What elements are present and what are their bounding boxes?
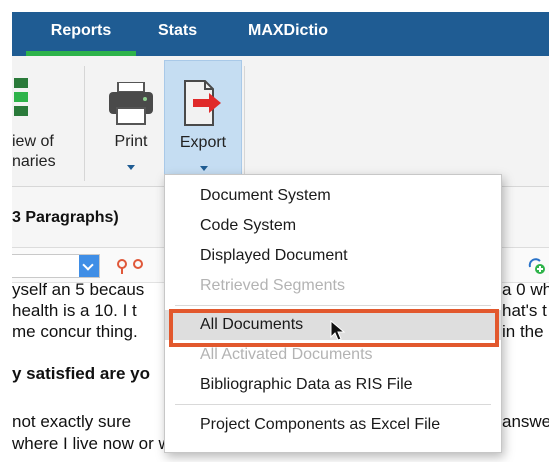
paragraph-count-title: 3 Paragraphs) (12, 209, 119, 226)
app-window: Reports Stats MAXDictio iew of naries Pr (12, 12, 549, 462)
export-icon (184, 80, 221, 126)
tab-maxdictio[interactable]: MAXDictio (248, 12, 328, 56)
export-button[interactable]: Export (164, 60, 242, 186)
tab-stats[interactable]: Stats (158, 12, 197, 56)
menu-item-all-activated-documents: All Activated Documents (200, 346, 373, 363)
add-link-icon[interactable] (524, 253, 548, 277)
print-button[interactable]: Print (100, 64, 162, 179)
overview-label-line2: naries (12, 153, 56, 170)
mouse-cursor-icon (330, 320, 346, 341)
menu-item-document-system[interactable]: Document System (165, 181, 501, 211)
menu-item-code-system[interactable]: Code System (165, 211, 501, 241)
ribbon-panel: iew of naries Print Export (12, 56, 549, 187)
combo-dropdown-button[interactable] (79, 255, 99, 277)
menu-item-bibliographic-data-ris[interactable]: Bibliographic Data as RIS File (165, 370, 501, 400)
document-line-fragment: a 0 wh (502, 280, 549, 299)
code-link-icon[interactable] (116, 256, 146, 276)
document-line: not exactly sure (12, 412, 132, 431)
print-dropdown-caret (127, 165, 135, 170)
export-dropdown-caret (200, 166, 208, 171)
print-label: Print (114, 133, 148, 150)
ribbon-tab-bar: Reports Stats MAXDictio (12, 12, 549, 56)
overview-icon (14, 78, 28, 116)
menu-separator (175, 305, 491, 306)
document-line-bold: y satisfied are yo (12, 364, 150, 383)
overview-of-summaries-button[interactable]: iew of naries (12, 64, 72, 174)
tab-reports[interactable]: Reports (26, 12, 136, 56)
menu-separator (175, 404, 491, 405)
document-line-fragment: in the (502, 322, 544, 341)
menu-item-retrieved-segments: Retrieved Segments (200, 277, 345, 294)
overview-label-line1: iew of (12, 133, 54, 150)
printer-icon (109, 82, 153, 125)
document-line: health is a 10. I t (12, 301, 137, 320)
document-line-fragment: answe (502, 412, 549, 431)
ribbon-separator (84, 66, 85, 181)
menu-item-displayed-document[interactable]: Displayed Document (165, 241, 501, 271)
document-line-fragment: hat's t (502, 301, 547, 320)
ribbon-separator (244, 66, 245, 181)
export-label: Export (179, 134, 227, 151)
menu-item-project-components-excel[interactable]: Project Components as Excel File (165, 410, 501, 440)
export-dropdown-menu: Document System Code System Displayed Do… (164, 174, 502, 453)
document-combo-box[interactable] (12, 254, 100, 278)
document-line: yself an 5 becaus (12, 280, 145, 299)
document-line: me concur thing. (12, 322, 138, 341)
